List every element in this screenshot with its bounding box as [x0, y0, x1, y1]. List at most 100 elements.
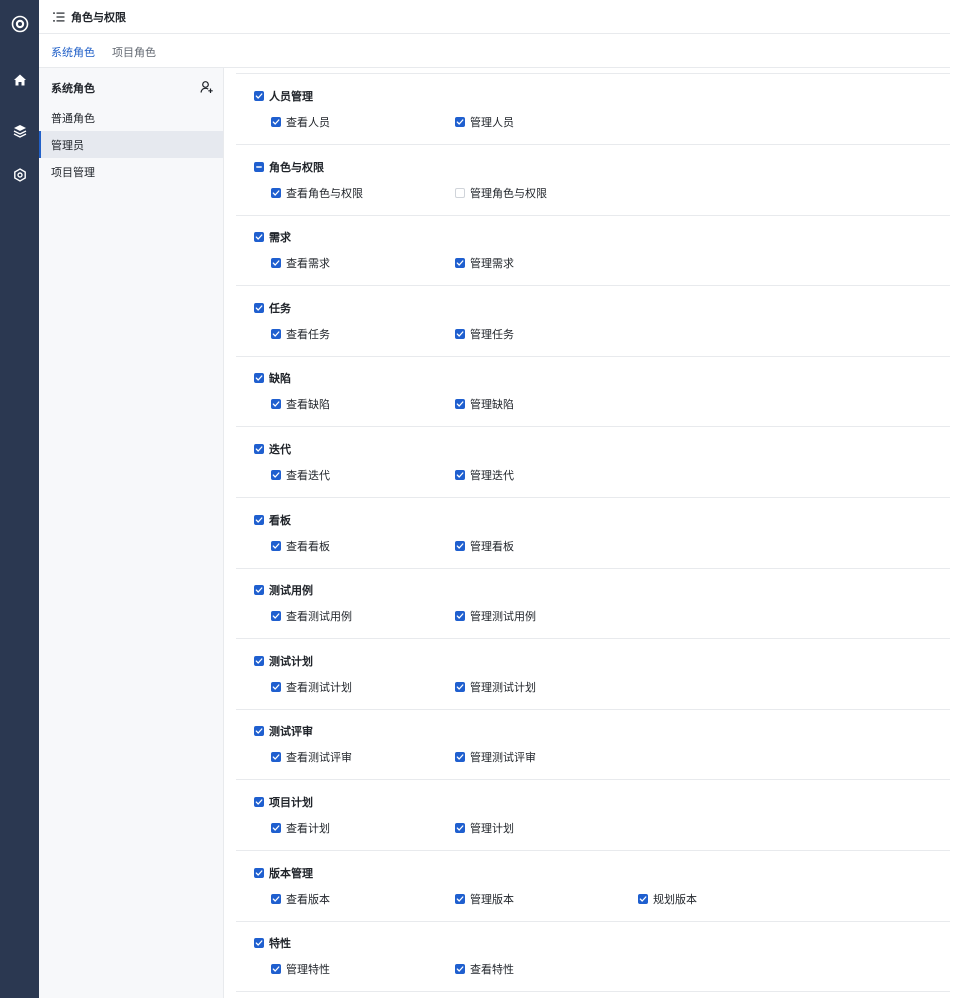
permission-item[interactable]: 查看计划: [271, 821, 330, 835]
permission-item[interactable]: 查看需求: [271, 256, 330, 270]
logo-icon[interactable]: [0, 12, 39, 36]
tab-project-roles[interactable]: 项目角色: [112, 44, 156, 60]
role-item-project-manager[interactable]: 项目管理: [39, 158, 223, 185]
permission-group-header[interactable]: 缺陷: [254, 371, 291, 385]
checkbox-checked[interactable]: [254, 444, 264, 454]
permission-item-label: 管理版本: [470, 892, 514, 906]
permission-item[interactable]: 规划版本: [638, 892, 697, 906]
checkbox-checked[interactable]: [271, 540, 281, 551]
permission-group-label: 测试用例: [269, 584, 313, 598]
permission-item-label: 查看测试计划: [286, 680, 352, 694]
permission-item[interactable]: 管理测试评审: [455, 750, 536, 764]
checkbox-checked[interactable]: [254, 232, 264, 243]
checkbox-checked[interactable]: [455, 823, 465, 833]
checkbox-checked[interactable]: [254, 655, 264, 666]
checkbox-checked[interactable]: [254, 797, 264, 807]
permission-item[interactable]: 管理缺陷: [455, 397, 514, 411]
permission-item-label: 管理角色与权限: [470, 186, 547, 200]
checkbox-checked[interactable]: [254, 514, 264, 525]
permission-group-header[interactable]: 测试计划: [254, 654, 313, 668]
checkbox-checked[interactable]: [638, 893, 648, 904]
checkbox-checked[interactable]: [455, 681, 465, 692]
checkbox-checked[interactable]: [455, 752, 465, 763]
layers-icon[interactable]: [0, 119, 39, 143]
permission-item[interactable]: 查看看板: [271, 539, 330, 553]
permission-item[interactable]: 查看版本: [271, 892, 330, 906]
checkbox-checked[interactable]: [271, 187, 281, 198]
permission-item-label: 管理迭代: [470, 469, 514, 482]
checkbox-checked[interactable]: [271, 470, 281, 480]
permission-item[interactable]: 管理任务: [455, 327, 514, 341]
permission-item[interactable]: 查看缺陷: [271, 397, 330, 411]
checkbox-checked[interactable]: [271, 752, 281, 763]
checkbox-checked[interactable]: [271, 328, 281, 339]
checkbox-checked[interactable]: [455, 470, 465, 480]
checkbox-checked[interactable]: [254, 726, 264, 737]
checkbox-indeterminate[interactable]: [254, 161, 264, 172]
permission-item-label: 查看人员: [286, 116, 330, 129]
permission-group-header[interactable]: 项目计划: [254, 795, 313, 809]
permission-item[interactable]: 查看测试用例: [271, 609, 352, 623]
permission-group-header[interactable]: 迭代: [254, 442, 291, 456]
checkbox-checked[interactable]: [271, 399, 281, 410]
checkbox-checked[interactable]: [271, 258, 281, 269]
permission-item[interactable]: 查看迭代: [271, 468, 330, 482]
permission-item-label: 管理人员: [470, 116, 514, 129]
permission-item[interactable]: 管理计划: [455, 821, 514, 835]
checkbox-checked[interactable]: [271, 117, 281, 127]
permission-item[interactable]: 查看角色与权限: [271, 186, 363, 200]
permission-group-header[interactable]: 特性: [254, 936, 291, 950]
checkbox-checked[interactable]: [254, 938, 264, 949]
permission-item-label: 规划版本: [653, 892, 697, 906]
permission-item[interactable]: 查看人员: [271, 115, 330, 129]
checkbox-unchecked[interactable]: [455, 187, 465, 198]
checkbox-checked[interactable]: [455, 893, 465, 904]
permission-item-label: 管理测试用例: [470, 610, 536, 624]
checkbox-checked[interactable]: [455, 258, 465, 269]
checkbox-checked[interactable]: [271, 823, 281, 833]
permission-group-header[interactable]: 测试评审: [254, 724, 313, 738]
permission-group-header[interactable]: 看板: [254, 513, 291, 527]
permission-item[interactable]: 管理测试用例: [455, 609, 536, 623]
tab-system-roles[interactable]: 系统角色: [51, 44, 95, 60]
checkbox-checked[interactable]: [254, 373, 264, 384]
permission-group-header[interactable]: 人员管理: [254, 89, 313, 103]
checkbox-checked[interactable]: [455, 399, 465, 410]
checkbox-checked[interactable]: [271, 964, 281, 975]
role-item-normal[interactable]: 普通角色: [39, 104, 223, 131]
checkbox-checked[interactable]: [455, 964, 465, 975]
checkbox-checked[interactable]: [271, 611, 281, 622]
permission-item[interactable]: 管理人员: [455, 115, 514, 129]
home-icon[interactable]: [0, 68, 39, 92]
permission-item[interactable]: 查看特性: [455, 962, 514, 976]
checkbox-checked[interactable]: [455, 117, 465, 127]
permission-item[interactable]: 管理测试计划: [455, 680, 536, 694]
permission-item[interactable]: 管理角色与权限: [455, 186, 547, 200]
permission-item[interactable]: 管理需求: [455, 256, 514, 270]
permission-item[interactable]: 管理迭代: [455, 468, 514, 482]
permission-group-header[interactable]: 任务: [254, 301, 291, 315]
permission-item[interactable]: 管理特性: [271, 962, 330, 976]
permission-group-header[interactable]: 版本管理: [254, 866, 313, 880]
checkbox-checked[interactable]: [254, 585, 264, 596]
checkbox-checked[interactable]: [271, 893, 281, 904]
permission-item[interactable]: 查看测试评审: [271, 750, 352, 764]
role-item-admin[interactable]: 管理员: [39, 131, 223, 158]
checkbox-checked[interactable]: [455, 611, 465, 622]
checkbox-checked[interactable]: [254, 867, 264, 878]
permission-item[interactable]: 管理看板: [455, 539, 514, 553]
checkbox-checked[interactable]: [455, 328, 465, 339]
checkbox-checked[interactable]: [455, 540, 465, 551]
checkbox-checked[interactable]: [254, 302, 264, 313]
add-user-icon[interactable]: [200, 80, 214, 94]
permission-item[interactable]: 查看任务: [271, 327, 330, 341]
permission-item[interactable]: 查看测试计划: [271, 680, 352, 694]
permission-item[interactable]: 管理版本: [455, 892, 514, 906]
permission-group-header[interactable]: 需求: [254, 230, 291, 244]
settings-icon[interactable]: [0, 163, 39, 187]
permission-group-header[interactable]: 测试用例: [254, 583, 313, 597]
checkbox-checked[interactable]: [271, 681, 281, 692]
permission-group-header[interactable]: 角色与权限: [254, 160, 324, 174]
menu-icon[interactable]: [53, 11, 65, 23]
checkbox-checked[interactable]: [254, 91, 264, 101]
